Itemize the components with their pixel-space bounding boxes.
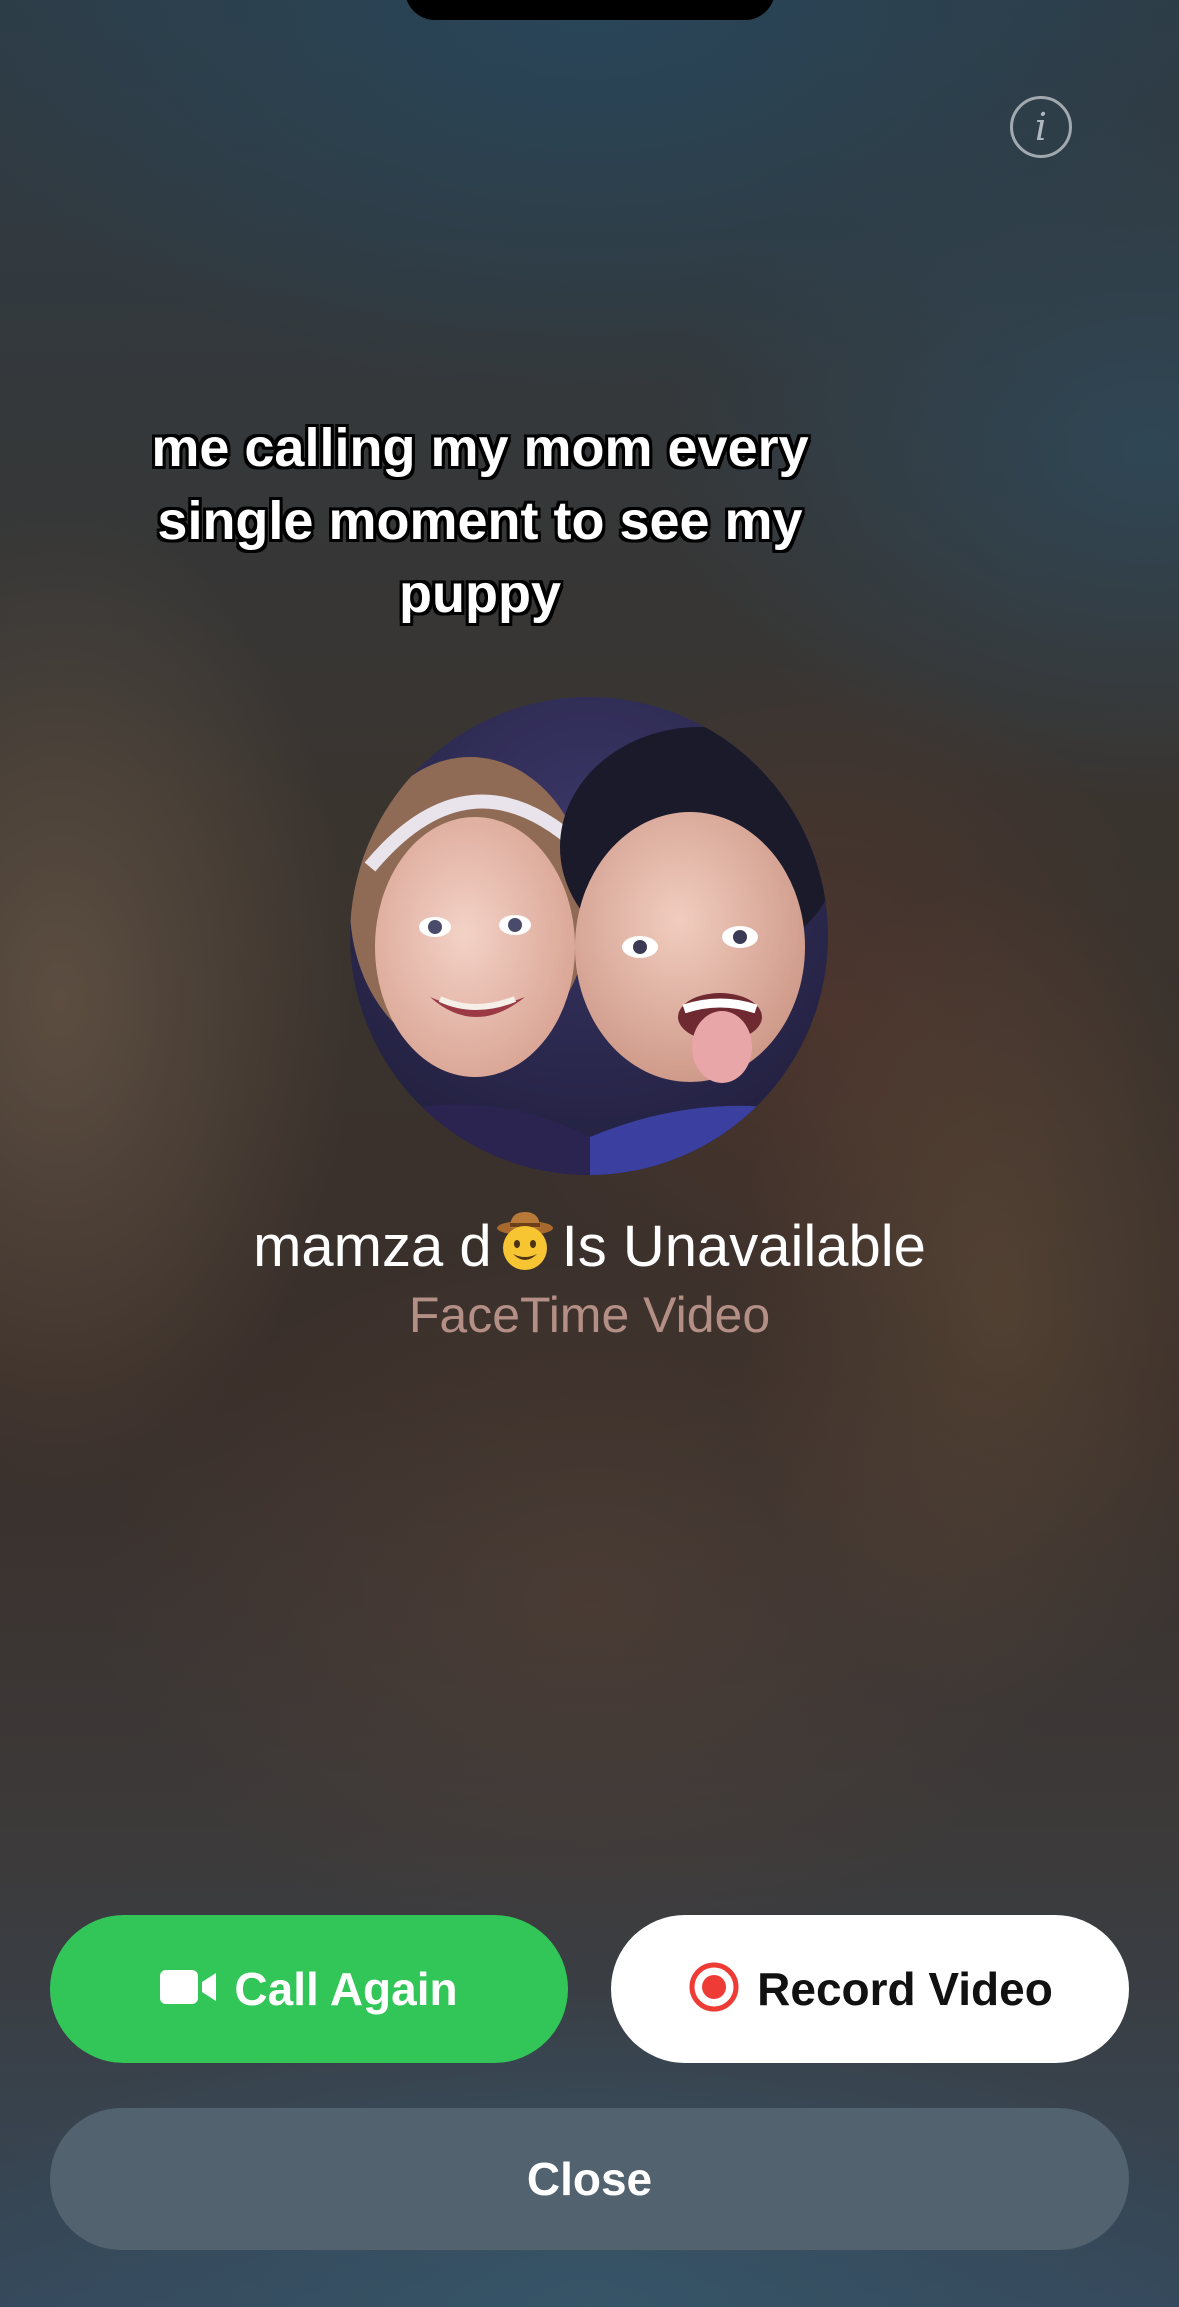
caption-line: me calling my mom every [151, 418, 809, 478]
caller-status: Is Unavailable [561, 1214, 926, 1279]
call-type-label: FaceTime Video [408, 1287, 771, 1343]
contact-avatar [350, 697, 828, 1175]
dynamic-island [405, 0, 775, 20]
info-icon: i [1034, 105, 1048, 149]
info-button[interactable]: i [1010, 96, 1072, 158]
caption-line: puppy [399, 564, 561, 624]
cowboy-hat-face-icon [496, 1210, 554, 1288]
call-again-button[interactable]: Call Again [50, 1915, 568, 2063]
video-camera-icon [160, 1968, 218, 2011]
overlay-caption: me calling my mom every single moment to… [100, 412, 860, 631]
caller-status-line: mamza d Is Unavailable [0, 1210, 1179, 1288]
close-button[interactable]: Close [50, 2108, 1129, 2250]
record-video-button[interactable]: Record Video [611, 1915, 1129, 2063]
close-label: Close [526, 2153, 653, 2205]
call-again-label: Call Again [234, 1963, 458, 2015]
record-video-label: Record Video [757, 1963, 1053, 2015]
facetime-unavailable-screen: i me calling my mom every single moment … [0, 0, 1179, 2307]
record-icon [687, 1960, 741, 2019]
caption-line: single moment to see my [157, 491, 803, 551]
caller-name: mamza d [253, 1214, 492, 1279]
